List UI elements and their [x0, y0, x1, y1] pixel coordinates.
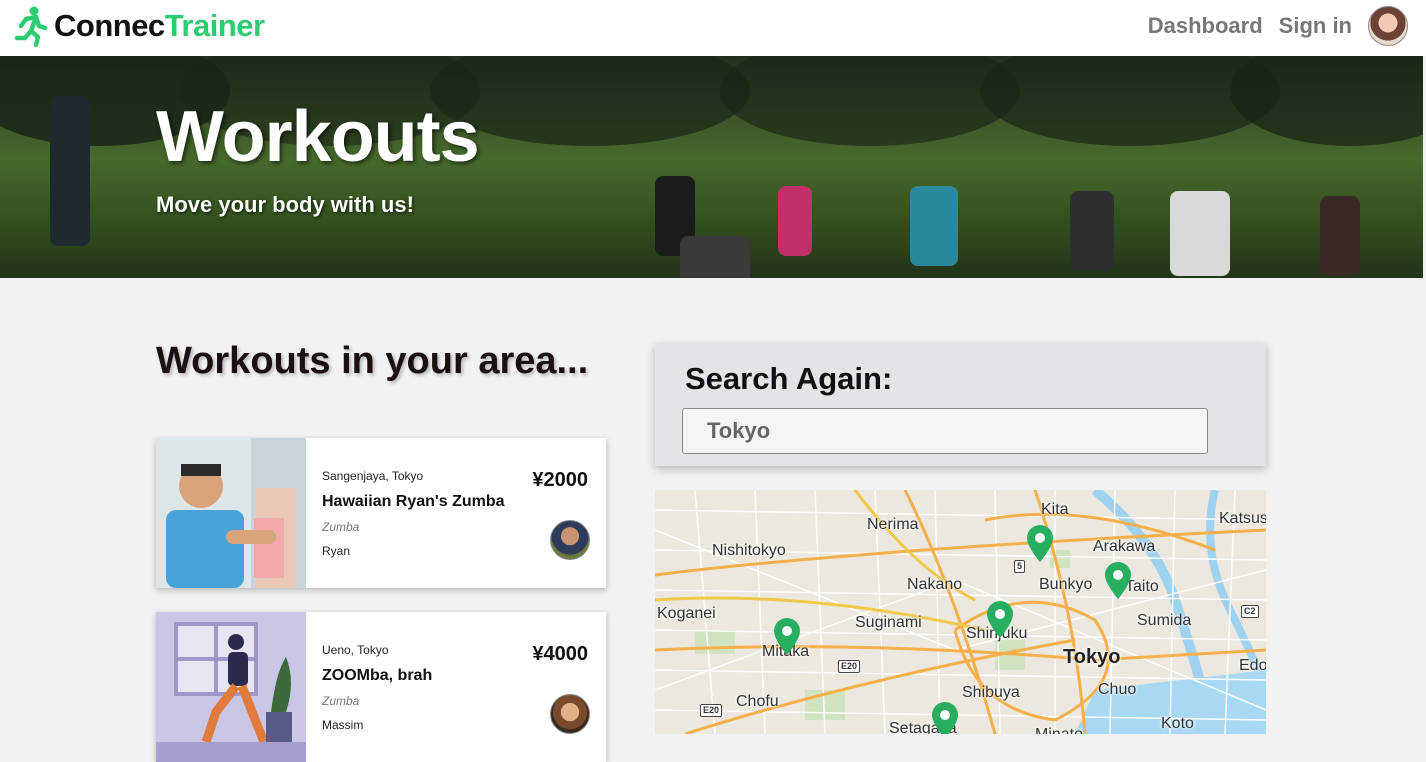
signin-link[interactable]: Sign in [1279, 13, 1352, 39]
hero-figure [680, 236, 750, 278]
map-pin-icon[interactable] [986, 601, 1014, 639]
hero-figure [50, 96, 90, 246]
map-pin-icon[interactable] [1026, 525, 1054, 563]
map-label: Koto [1161, 715, 1194, 732]
map-label-city: Tokyo [1063, 646, 1121, 668]
page-subtitle: Move your body with us! [156, 192, 414, 217]
map-label: Edo [1239, 657, 1266, 674]
runner-icon [14, 6, 48, 47]
map-label: Katsus [1219, 510, 1266, 527]
host-avatar[interactable] [550, 520, 590, 560]
map-label: Bunkyo [1039, 576, 1093, 593]
map-label: Minato [1035, 726, 1083, 734]
host-avatar[interactable] [550, 694, 590, 734]
route-shield: 5 [1014, 560, 1026, 573]
hero-figure [1170, 191, 1230, 276]
brand-name-part2: Trainer [164, 8, 265, 43]
workout-name[interactable]: ZOOMba, brah [322, 667, 432, 685]
map-label: Suginami [855, 614, 922, 631]
route-shield: E20 [838, 660, 861, 673]
search-title: Search Again: [685, 361, 893, 396]
map-pin-icon[interactable] [931, 702, 959, 734]
brand-name-part1: Connec [54, 8, 165, 43]
map-label: Arakawa [1093, 538, 1156, 555]
workout-image [156, 612, 306, 762]
brand-name: ConnecTrainer [54, 5, 265, 47]
workout-name[interactable]: Hawaiian Ryan's Zumba [322, 493, 505, 511]
workout-card[interactable]: Sangenjaya, Tokyo Hawaiian Ryan's Zumba … [156, 438, 606, 588]
map-label: Nerima [867, 516, 919, 533]
map-label: Chofu [736, 693, 779, 710]
workout-category: Zumba [322, 694, 360, 708]
workout-host: Ryan [322, 544, 351, 558]
map-label: Sumida [1137, 612, 1192, 629]
user-avatar[interactable] [1368, 6, 1408, 46]
brand-logo[interactable]: ConnecTrainer [12, 5, 265, 47]
workout-location: Sangenjaya, Tokyo [322, 469, 424, 483]
workout-host: Massim [322, 718, 364, 732]
map-label: Nishitokyo [712, 542, 786, 559]
hero-bg-tree [1230, 56, 1423, 146]
map-label: Nakano [907, 576, 963, 593]
workout-price: ¥2000 [532, 469, 588, 491]
map-pin-icon[interactable] [1104, 562, 1132, 600]
route-shield: E20 [700, 704, 723, 717]
section-title: Workouts in your area... [156, 340, 589, 382]
map-label: Shibuya [962, 684, 1020, 701]
map-label: Chuo [1098, 681, 1137, 698]
page-title: Workouts [156, 97, 480, 177]
hero-figure [778, 186, 812, 256]
search-panel: Search Again: [655, 343, 1266, 466]
hero-bg-tree [720, 56, 1020, 146]
dashboard-link[interactable]: Dashboard [1148, 13, 1263, 39]
hero-figure [1070, 191, 1114, 271]
workout-category: Zumba [322, 520, 360, 534]
navbar: ConnecTrainer Dashboard Sign in [0, 0, 1426, 56]
location-search-input[interactable] [682, 408, 1208, 454]
hero-banner: Workouts Move your body with us! [0, 56, 1423, 278]
map-label: Koganei [657, 605, 716, 622]
workout-image [156, 438, 306, 588]
map-pin-icon[interactable] [773, 618, 801, 656]
map-label: Kita [1041, 501, 1069, 518]
workout-price: ¥4000 [532, 643, 588, 665]
workout-location: Ueno, Tokyo [322, 643, 389, 657]
route-shield: C2 [1241, 605, 1259, 618]
workout-card[interactable]: Ueno, Tokyo ZOOMba, brah Zumba Massim ¥4… [156, 612, 606, 762]
hero-figure [1320, 196, 1360, 276]
map[interactable]: Kita Katsus Nerima Nishitokyo Arakawa Na… [655, 490, 1266, 734]
hero-figure [910, 186, 958, 266]
